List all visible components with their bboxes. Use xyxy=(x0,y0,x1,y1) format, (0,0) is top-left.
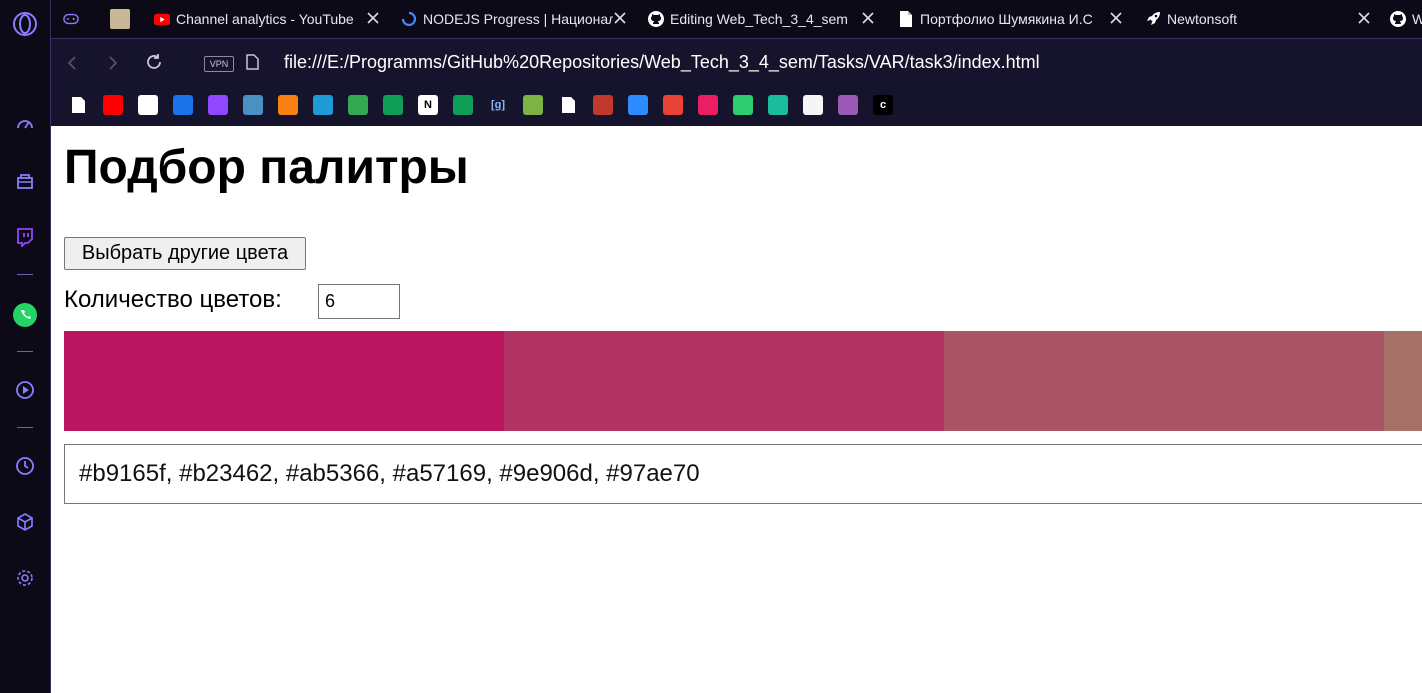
bird-icon[interactable] xyxy=(593,95,613,115)
color-swatch xyxy=(64,331,504,431)
tab-label: Newtonsoft xyxy=(1167,11,1238,27)
close-icon[interactable] xyxy=(612,10,628,26)
youtube-icon[interactable] xyxy=(103,95,123,115)
c-icon[interactable]: c xyxy=(873,95,893,115)
page-icon[interactable] xyxy=(558,95,578,115)
avatar-icon[interactable] xyxy=(523,95,543,115)
tab-youtube-analytics[interactable]: Channel analytics - YouTube xyxy=(154,0,364,38)
tab-pinned-emblem[interactable] xyxy=(110,0,136,38)
notion-icon[interactable]: N xyxy=(418,95,438,115)
tab-portfolio[interactable]: Портфолио Шумякина И.С xyxy=(898,0,1113,38)
speed-dial-icon[interactable] xyxy=(10,109,40,139)
tab-github-w[interactable]: W xyxy=(1390,0,1422,38)
tab-bar: Channel analytics - YouTube NODEJS Progr… xyxy=(51,0,1422,38)
color-swatch xyxy=(1384,331,1422,431)
tab-label: Портфолио Шумякина И.С xyxy=(920,11,1093,27)
close-icon[interactable] xyxy=(365,10,381,26)
tab-label: Channel analytics - YouTube xyxy=(176,11,354,27)
hex-codes-output[interactable]: #b9165f, #b23462, #ab5366, #a57169, #9e9… xyxy=(64,444,1422,504)
color-swatch xyxy=(944,331,1384,431)
sidebar-divider xyxy=(17,351,33,352)
tab-newtonsoft[interactable]: Newtonsoft xyxy=(1145,0,1345,38)
browser-sidebar xyxy=(0,0,51,693)
tab-label: W xyxy=(1412,11,1422,27)
palette-strip xyxy=(64,331,1422,431)
emblem-icon xyxy=(110,9,130,29)
document-icon xyxy=(898,11,914,27)
tab-pinned-gamepad[interactable] xyxy=(63,0,89,38)
history-icon[interactable] xyxy=(10,451,40,481)
github-icon xyxy=(1390,11,1406,27)
twitch-icon[interactable] xyxy=(10,222,40,252)
twitch-icon[interactable] xyxy=(208,95,228,115)
url-field[interactable]: file:///E:/Programms/GitHub%20Repositori… xyxy=(284,52,1040,73)
sidebar-divider xyxy=(17,274,33,275)
page-title: Подбор палитры xyxy=(64,141,469,194)
sheets-plus-icon[interactable] xyxy=(383,95,403,115)
address-bar: VPN file:///E:/Programms/GitHub%20Reposi… xyxy=(51,38,1422,89)
rocket-icon xyxy=(1145,11,1161,27)
pick-colors-button[interactable]: Выбрать другие цвета xyxy=(64,237,306,270)
bag-icon[interactable] xyxy=(10,166,40,196)
file-page-icon[interactable] xyxy=(246,54,259,74)
spinner-icon[interactable] xyxy=(313,95,333,115)
github-icon xyxy=(648,11,664,27)
github-icon[interactable] xyxy=(138,95,158,115)
close-icon[interactable] xyxy=(1356,10,1372,26)
circle-icon[interactable] xyxy=(838,95,858,115)
tab-nodejs-progress[interactable]: NODEJS Progress | Национальный xyxy=(401,0,616,38)
box-icon[interactable] xyxy=(10,507,40,537)
chat-icon[interactable] xyxy=(628,95,648,115)
vpn-badge[interactable]: VPN xyxy=(204,56,234,72)
mail-icon[interactable] xyxy=(173,95,193,115)
settings-icon[interactable] xyxy=(10,563,40,593)
loading-spinner-icon xyxy=(401,11,417,27)
color-count-label: Количество цветов: xyxy=(64,286,282,313)
tab-label: Editing Web_Tech_3_4_sem xyxy=(670,11,848,27)
back-icon[interactable] xyxy=(65,55,79,75)
color-swatch xyxy=(504,331,944,431)
gamepad-icon xyxy=(63,11,79,27)
sidebar-divider xyxy=(17,427,33,428)
player-icon[interactable] xyxy=(10,375,40,405)
close-icon[interactable] xyxy=(860,10,876,26)
close-icon[interactable] xyxy=(1108,10,1124,26)
gear-badge-icon[interactable] xyxy=(803,95,823,115)
page-content: Подбор палитры Выбрать другие цвета Коли… xyxy=(51,126,1422,693)
youtube-icon xyxy=(154,11,170,27)
whatsapp-icon[interactable] xyxy=(10,300,40,330)
tab-github-editing[interactable]: Editing Web_Tech_3_4_sem xyxy=(648,0,858,38)
diamond-icon[interactable] xyxy=(768,95,788,115)
color-count-input[interactable] xyxy=(318,284,400,319)
google-drive-icon[interactable] xyxy=(348,95,368,115)
mountain-icon[interactable] xyxy=(733,95,753,115)
reload-icon[interactable] xyxy=(145,53,163,75)
sheets-plus-icon[interactable] xyxy=(453,95,473,115)
forward-icon[interactable] xyxy=(106,55,120,75)
moodle-icon[interactable] xyxy=(278,95,298,115)
bracket-g-icon[interactable]: [g] xyxy=(488,95,508,115)
gmail-icon[interactable] xyxy=(663,95,683,115)
opera-logo-icon[interactable] xyxy=(10,9,40,39)
tab-label: NODEJS Progress | Национальный xyxy=(423,11,613,27)
star-icon[interactable] xyxy=(698,95,718,115)
m-icon[interactable] xyxy=(243,95,263,115)
page-icon[interactable] xyxy=(68,95,88,115)
